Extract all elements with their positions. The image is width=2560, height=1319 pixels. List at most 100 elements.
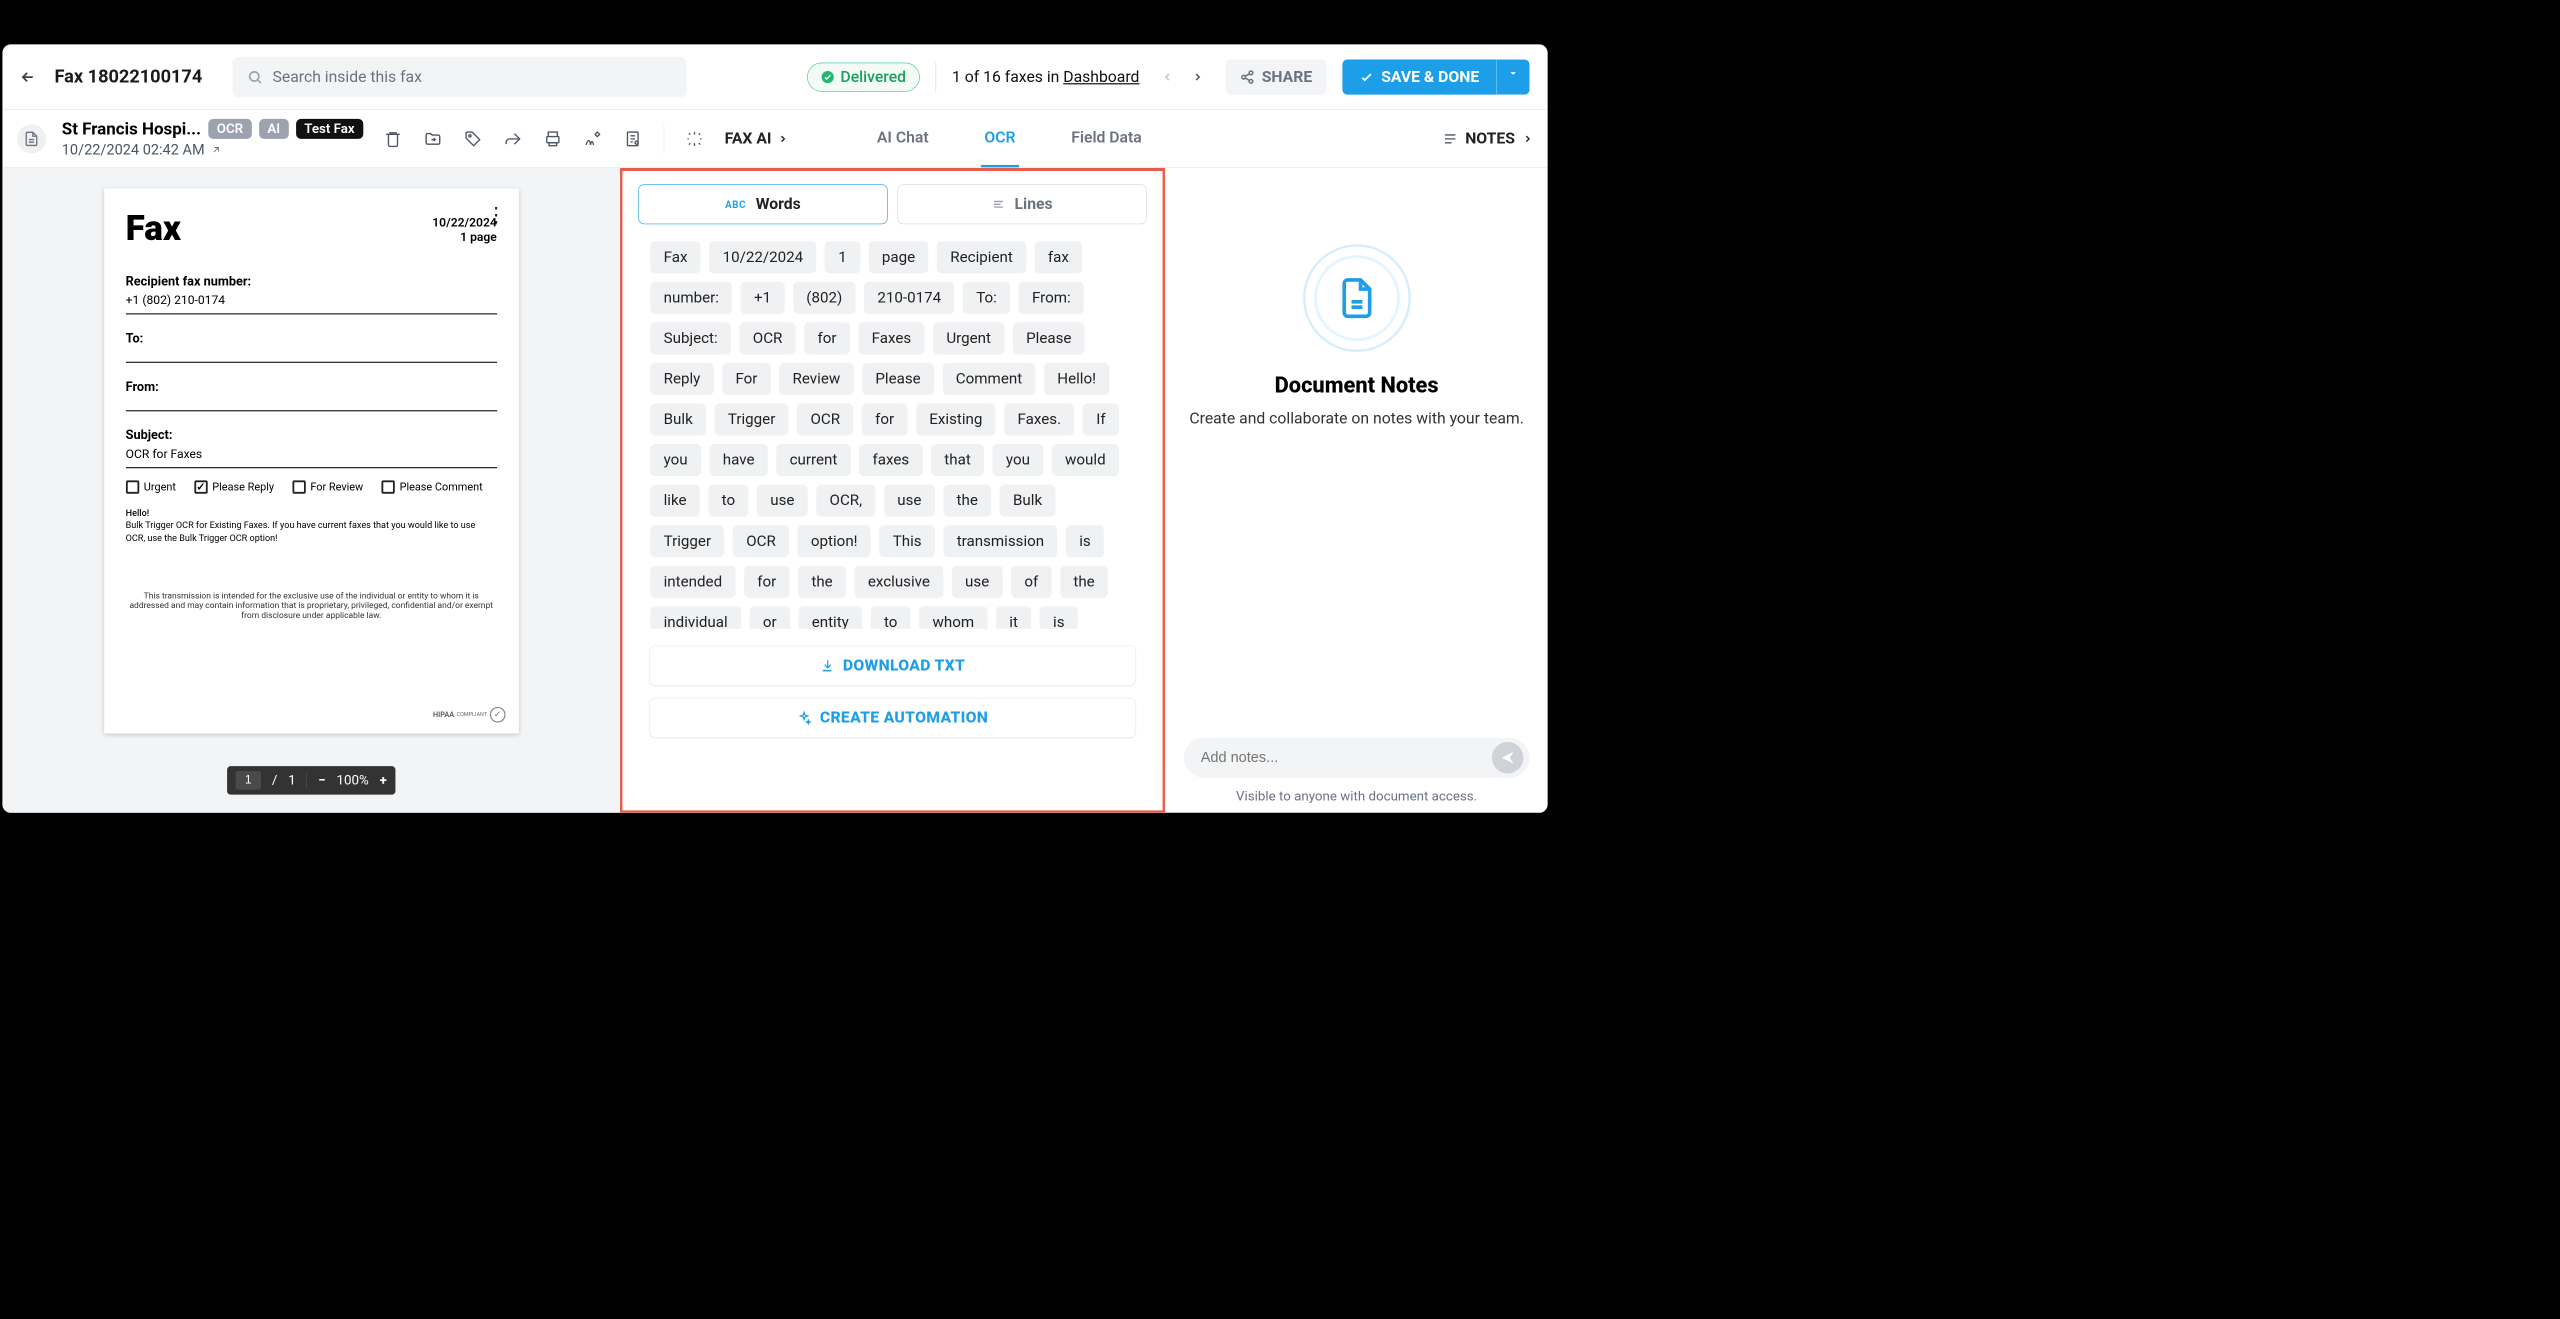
ocr-word[interactable]: entity — [798, 606, 862, 628]
ocr-word[interactable]: OCR — [733, 525, 789, 557]
ocr-word[interactable]: If — [1083, 403, 1119, 435]
ocr-word[interactable]: Trigger — [715, 403, 789, 435]
ocr-word[interactable]: or — [749, 606, 789, 628]
print-button[interactable] — [544, 129, 562, 147]
ocr-word[interactable]: Comment — [942, 363, 1035, 395]
ocr-word[interactable]: would — [1052, 444, 1119, 476]
tab-ocr[interactable]: OCR — [981, 110, 1019, 167]
sparkle-icon — [797, 710, 812, 725]
ocr-word[interactable]: use — [884, 485, 935, 517]
ocr-word[interactable]: for — [804, 322, 850, 354]
ocr-word[interactable]: Faxes. — [1004, 403, 1074, 435]
document-timestamp: 10/22/2024 02:42 AM — [62, 141, 363, 158]
ocr-word[interactable]: Subject: — [650, 322, 731, 354]
fax-ai-link[interactable]: FAX AI — [725, 129, 789, 147]
tab-ai-chat[interactable]: AI Chat — [873, 110, 932, 167]
ocr-word[interactable]: you — [993, 444, 1044, 476]
ocr-word[interactable]: Hello! — [1044, 363, 1109, 395]
notes-input[interactable] — [1201, 749, 1492, 766]
back-button[interactable] — [13, 62, 42, 91]
page-number-input[interactable] — [236, 771, 261, 790]
ocr-word[interactable]: the — [1060, 566, 1108, 598]
ocr-word[interactable]: faxes — [859, 444, 922, 476]
ocr-word[interactable]: for — [862, 403, 908, 435]
sparkle-button[interactable] — [686, 130, 703, 147]
ocr-word[interactable]: Faxes — [858, 322, 924, 354]
ocr-word[interactable]: fax — [1035, 241, 1083, 273]
ocr-word[interactable]: to — [708, 485, 748, 517]
ocr-word[interactable]: use — [757, 485, 808, 517]
ocr-word[interactable]: for — [744, 566, 790, 598]
ocr-word[interactable]: Urgent — [933, 322, 1004, 354]
ocr-word[interactable]: that — [931, 444, 984, 476]
ocr-word[interactable]: OCR — [739, 322, 795, 354]
sign-button[interactable] — [584, 129, 602, 147]
ocr-word[interactable]: to — [871, 606, 911, 628]
ocr-word[interactable]: it — [996, 606, 1031, 628]
save-dropdown-button[interactable] — [1496, 59, 1529, 94]
document-icon — [24, 131, 40, 147]
ocr-word[interactable]: +1 — [741, 282, 785, 314]
save-done-button[interactable]: SAVE & DONE — [1342, 59, 1496, 94]
external-link-icon[interactable] — [211, 144, 222, 155]
ocr-word[interactable]: of — [1011, 566, 1052, 598]
ocr-word[interactable]: option! — [798, 525, 871, 557]
ocr-word[interactable]: is — [1066, 525, 1104, 557]
ocr-word[interactable]: For — [722, 363, 771, 395]
zoom-out-button[interactable]: − — [318, 773, 325, 788]
ocr-word[interactable]: use — [952, 566, 1003, 598]
ocr-word[interactable]: you — [650, 444, 701, 476]
ocr-word[interactable]: Review — [779, 363, 853, 395]
send-note-button[interactable] — [1492, 742, 1523, 773]
download-txt-button[interactable]: DOWNLOAD TXT — [649, 646, 1136, 686]
tag-button[interactable] — [464, 129, 482, 147]
prev-fax-button[interactable] — [1155, 68, 1179, 85]
ocr-word[interactable]: the — [943, 485, 991, 517]
share-button[interactable]: SHARE — [1225, 59, 1326, 94]
move-button[interactable] — [424, 129, 442, 147]
ocr-word[interactable]: 1 — [825, 241, 860, 273]
ocr-word[interactable]: (802) — [793, 282, 856, 314]
ocr-word[interactable]: 210-0174 — [864, 282, 954, 314]
ocr-word[interactable]: transmission — [943, 525, 1057, 557]
ocr-word[interactable]: exclusive — [855, 566, 944, 598]
ocr-word[interactable]: Bulk — [650, 403, 706, 435]
ocr-word[interactable]: Fax — [650, 241, 701, 273]
ocr-word[interactable]: current — [776, 444, 850, 476]
notes-toggle[interactable]: NOTES — [1442, 129, 1533, 147]
forward-button[interactable] — [504, 129, 522, 147]
ocr-word[interactable]: Please — [862, 363, 934, 395]
ocr-word[interactable]: Bulk — [1000, 485, 1056, 517]
ocr-word[interactable]: Existing — [916, 403, 996, 435]
search-input[interactable]: Search inside this fax — [233, 57, 687, 97]
hipaa-badge: HIPAACOMPLIANT ✓ — [433, 707, 505, 723]
ocr-word[interactable]: like — [650, 485, 700, 517]
ocr-word[interactable]: page — [869, 241, 929, 273]
ocr-word[interactable]: whom — [919, 606, 987, 628]
ocr-word[interactable]: OCR, — [816, 485, 875, 517]
ocr-word[interactable]: intended — [650, 566, 735, 598]
ocr-word[interactable]: To: — [963, 282, 1010, 314]
sidebar-toggle-button[interactable] — [17, 124, 46, 153]
ocr-word[interactable]: individual — [650, 606, 741, 628]
ocr-word[interactable]: Trigger — [650, 525, 724, 557]
ocr-word[interactable]: is — [1040, 606, 1078, 628]
ocr-word[interactable]: From: — [1019, 282, 1084, 314]
tab-field-data[interactable]: Field Data — [1068, 110, 1146, 167]
ocr-word[interactable]: OCR — [797, 403, 853, 435]
ocr-word[interactable]: number: — [650, 282, 732, 314]
ocr-word[interactable]: This — [879, 525, 935, 557]
ocr-word[interactable]: the — [798, 566, 846, 598]
delete-button[interactable] — [384, 129, 402, 147]
ocr-word[interactable]: Reply — [650, 363, 713, 395]
next-fax-button[interactable] — [1185, 68, 1209, 85]
ocr-word[interactable]: Please — [1013, 322, 1085, 354]
ocr-word[interactable]: have — [709, 444, 767, 476]
ocr-word[interactable]: 10/22/2024 — [709, 241, 816, 273]
toggle-words[interactable]: ABC Words — [638, 184, 887, 224]
ocr-word[interactable]: Recipient — [937, 241, 1026, 273]
toggle-lines[interactable]: Lines — [897, 184, 1146, 224]
export-button[interactable] — [624, 129, 642, 147]
zoom-in-button[interactable]: + — [380, 773, 387, 788]
create-automation-button[interactable]: CREATE AUTOMATION — [649, 698, 1136, 738]
